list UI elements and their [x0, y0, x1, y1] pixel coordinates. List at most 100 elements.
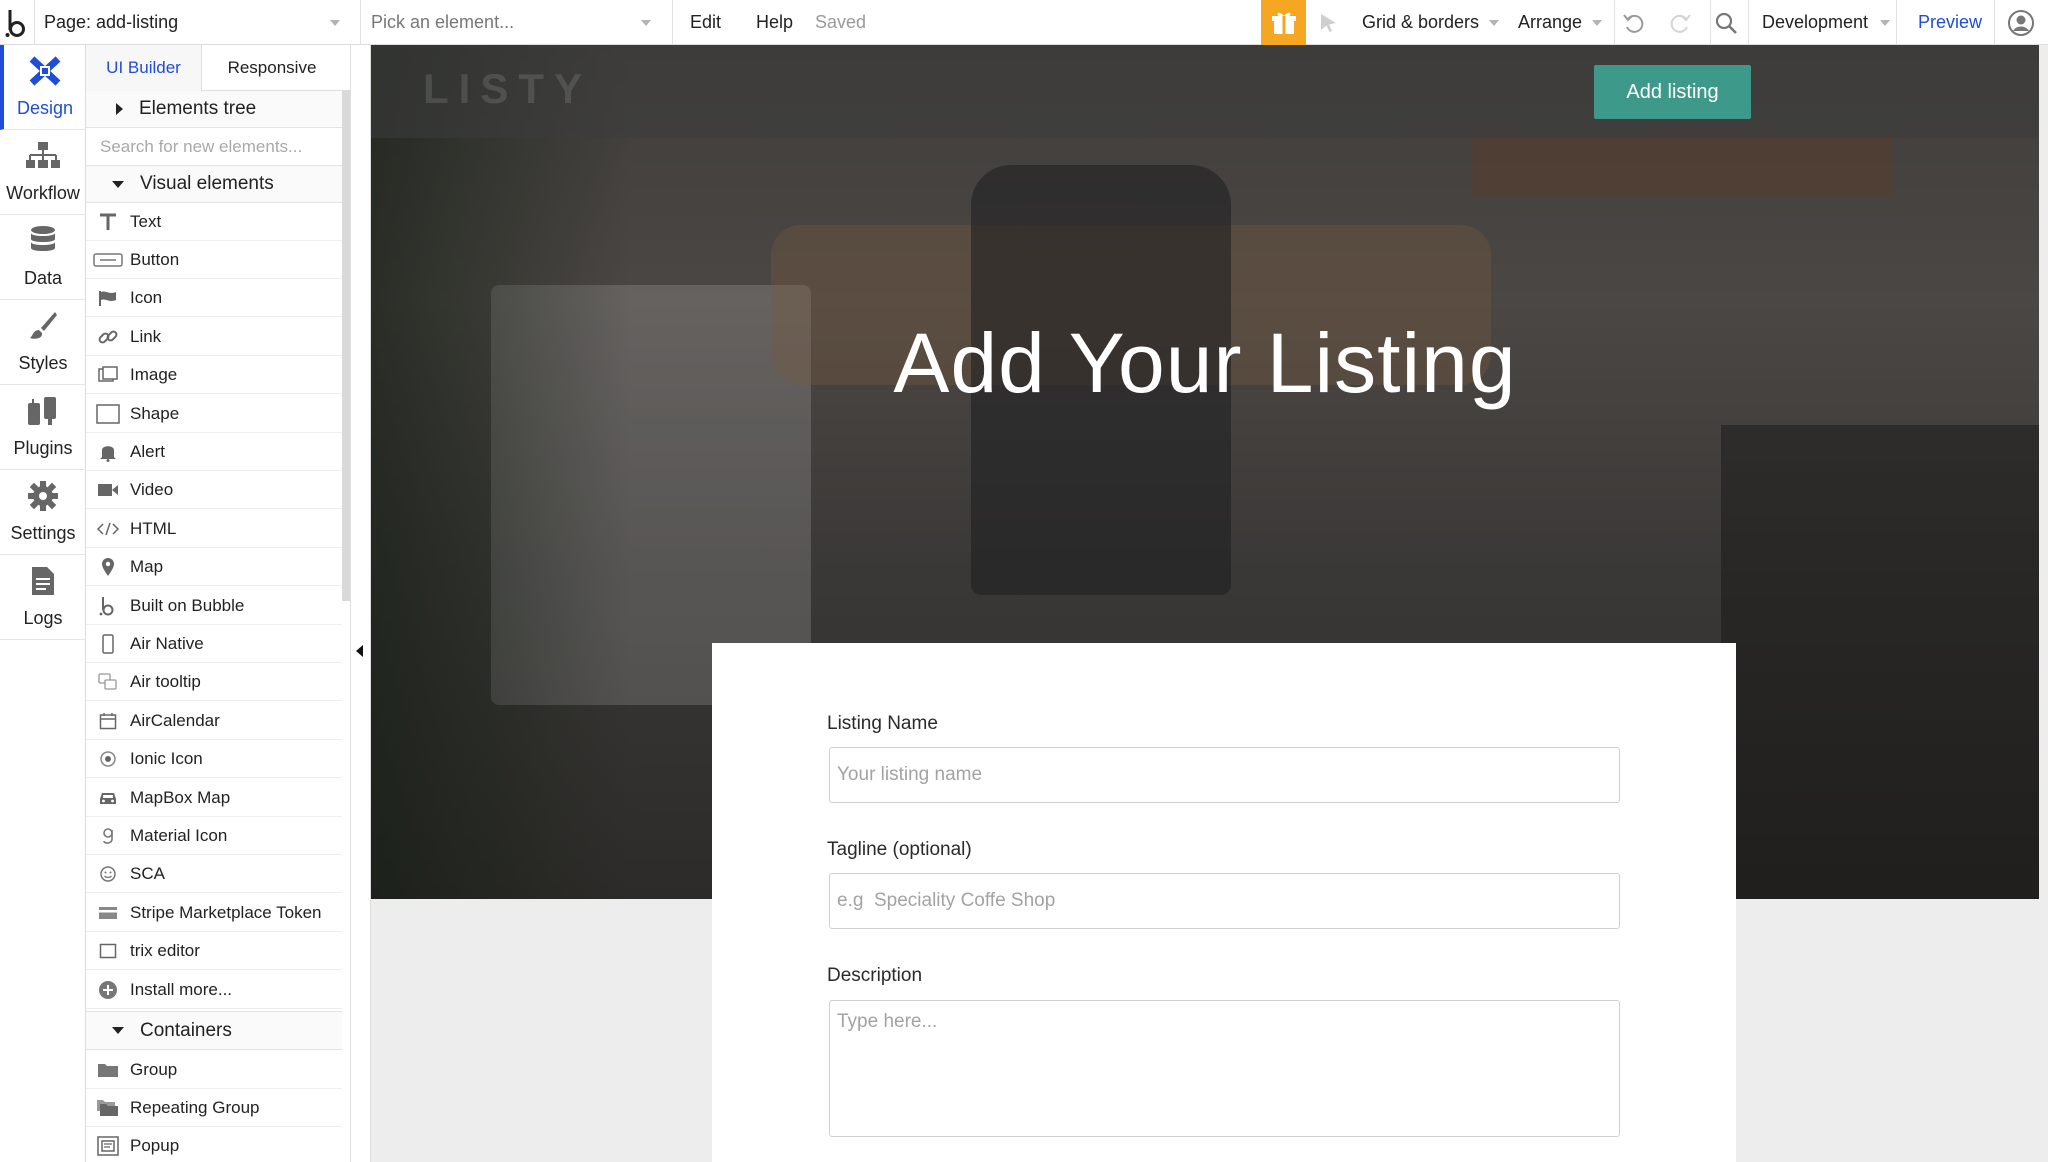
shape-icon	[86, 395, 130, 433]
palette-item-mapbox-map[interactable]: MapBox Map	[86, 779, 342, 817]
gear-icon	[27, 480, 59, 517]
popup-icon	[86, 1127, 130, 1162]
containers-label: Containers	[140, 1019, 232, 1041]
palette-item-label: Map	[130, 556, 164, 576]
arrange-label: Arrange	[1518, 12, 1583, 32]
palette-tabs: UI Builder Responsive	[86, 45, 350, 91]
nav-workflow-label: Workflow	[6, 183, 80, 203]
palette-item-stripe-marketplace-token[interactable]: Stripe Marketplace Token	[86, 894, 342, 932]
menu-edit[interactable]: Edit	[690, 0, 721, 45]
selector-cursor-icon[interactable]	[1318, 0, 1340, 45]
nav-settings[interactable]: Settings	[0, 470, 86, 555]
palette-item-label: Popup	[130, 1135, 180, 1155]
palette-item-label: HTML	[130, 518, 177, 538]
palette-item-icon[interactable]: Icon	[86, 279, 342, 317]
palette-item-label: Install more...	[130, 979, 233, 999]
palette-item-label: Icon	[130, 287, 163, 307]
palette-item-text[interactable]: Text	[86, 203, 342, 241]
nav-plugins[interactable]: Plugins	[0, 385, 86, 470]
bell-icon	[86, 433, 130, 471]
nav-workflow[interactable]: Workflow	[0, 130, 86, 215]
elements-tree-toggle[interactable]: Elements tree	[86, 91, 342, 128]
palette-item-install-more[interactable]: Install more...	[86, 971, 342, 1009]
palette-item-trix-editor[interactable]: trix editor	[86, 932, 342, 970]
nav-styles[interactable]: Styles	[0, 300, 86, 385]
palette-item-html[interactable]: HTML	[86, 510, 342, 548]
description-label: Description	[827, 965, 923, 986]
page-title: Add Your Listing	[893, 316, 1517, 410]
chevron-down-icon	[1489, 19, 1500, 26]
element-picker[interactable]: Pick an element...	[371, 0, 661, 45]
editor-canvas[interactable]: LISTY Add listing Add Your Listing Listi…	[371, 45, 2048, 1162]
page-selector[interactable]: Page: add-listing	[44, 0, 350, 45]
bubble-logo-icon[interactable]	[4, 0, 30, 45]
palette-item-air-tooltip[interactable]: Air tooltip	[86, 663, 342, 701]
visual-elements-label: Visual elements	[140, 173, 274, 194]
tab-responsive-label: Responsive	[227, 58, 317, 77]
listing-name-label: Listing Name	[827, 713, 938, 734]
palette-item-image[interactable]: Image	[86, 356, 342, 394]
palette-item-popup[interactable]: Popup	[86, 1127, 342, 1162]
environment-selector[interactable]: Development	[1762, 0, 1891, 45]
palette-scrollbar[interactable]	[342, 91, 350, 601]
add-listing-button[interactable]: Add listing	[1594, 65, 1751, 119]
brand-logo[interactable]: LISTY	[423, 65, 592, 113]
nav-design[interactable]: Design	[0, 45, 86, 130]
nav-data[interactable]: Data	[0, 215, 86, 300]
visual-elements-toggle[interactable]: Visual elements	[86, 166, 342, 203]
palette-item-aircalendar[interactable]: AirCalendar	[86, 702, 342, 740]
search-icon[interactable]	[1714, 0, 1738, 45]
palette-collapse-handle[interactable]	[351, 45, 371, 1162]
tagline-input[interactable]: e.g Speciality Coffe Shop	[829, 873, 1620, 929]
page-selector-label: Page: add-listing	[44, 12, 179, 32]
tagline-label: Tagline (optional)	[827, 839, 972, 860]
element-search-input[interactable]: Search for new elements...	[86, 128, 342, 166]
database-icon	[29, 225, 57, 262]
preview-button[interactable]: Preview	[1918, 0, 1982, 45]
undo-icon[interactable]	[1622, 0, 1646, 45]
gift-icon[interactable]	[1261, 0, 1306, 45]
left-nav-rail: Design Workflow Data Styles Plugins Sett…	[0, 45, 86, 1162]
redo-icon[interactable]	[1668, 0, 1692, 45]
link-icon	[86, 318, 130, 356]
chevron-down-icon	[1592, 19, 1603, 26]
listing-name-input[interactable]: Your listing name	[829, 747, 1620, 803]
palette-item-material-icon[interactable]: Material Icon	[86, 817, 342, 855]
palette-item-alert[interactable]: Alert	[86, 433, 342, 471]
palette-item-repeating-group[interactable]: Repeating Group	[86, 1089, 342, 1127]
calendar-icon	[86, 702, 130, 740]
account-avatar-icon[interactable]	[2008, 0, 2034, 45]
palette-item-label: Stripe Marketplace Token	[130, 902, 322, 922]
palette-item-label: Air tooltip	[130, 671, 201, 691]
editor-topbar: Page: add-listing Pick an element... Edi…	[0, 0, 2048, 45]
listing-form[interactable]: Listing Name Your listing name Tagline (…	[712, 643, 1736, 1162]
arrange-menu[interactable]: Arrange	[1518, 0, 1603, 45]
nav-settings-label: Settings	[10, 523, 76, 543]
page-header[interactable]: LISTY Add listing	[371, 45, 2039, 138]
description-textarea[interactable]: Type here...	[829, 1000, 1620, 1137]
palette-item-ionic-icon[interactable]: Ionic Icon	[86, 740, 342, 778]
palette-item-video[interactable]: Video	[86, 471, 342, 509]
palette-item-shape[interactable]: Shape	[86, 395, 342, 433]
grid-borders-menu[interactable]: Grid & borders	[1362, 0, 1500, 45]
palette-item-group[interactable]: Group	[86, 1051, 342, 1089]
palette-item-map[interactable]: Map	[86, 548, 342, 586]
caret-down-icon	[112, 180, 124, 188]
menu-help[interactable]: Help	[756, 0, 793, 45]
preview-label: Preview	[1918, 12, 1983, 32]
nav-plugins-label: Plugins	[13, 438, 73, 458]
palette-item-air-native[interactable]: Air Native	[86, 625, 342, 663]
palette-item-button[interactable]: Button	[86, 241, 342, 279]
palette-item-link[interactable]: Link	[86, 318, 342, 356]
chevron-down-icon	[330, 20, 340, 26]
tab-responsive[interactable]: Responsive	[202, 45, 342, 91]
containers-toggle[interactable]: Containers	[86, 1011, 342, 1050]
palette-item-label: Button	[130, 249, 180, 269]
tab-ui-builder[interactable]: UI Builder	[86, 45, 202, 91]
palette-item-sca[interactable]: SCA	[86, 855, 342, 893]
palette-item-built-on-bubble[interactable]: Built on Bubble	[86, 587, 342, 625]
nav-logs[interactable]: Logs	[0, 555, 86, 640]
document-icon	[30, 565, 56, 602]
palette-item-label: Alert	[130, 441, 165, 461]
chevron-down-icon	[641, 20, 651, 26]
